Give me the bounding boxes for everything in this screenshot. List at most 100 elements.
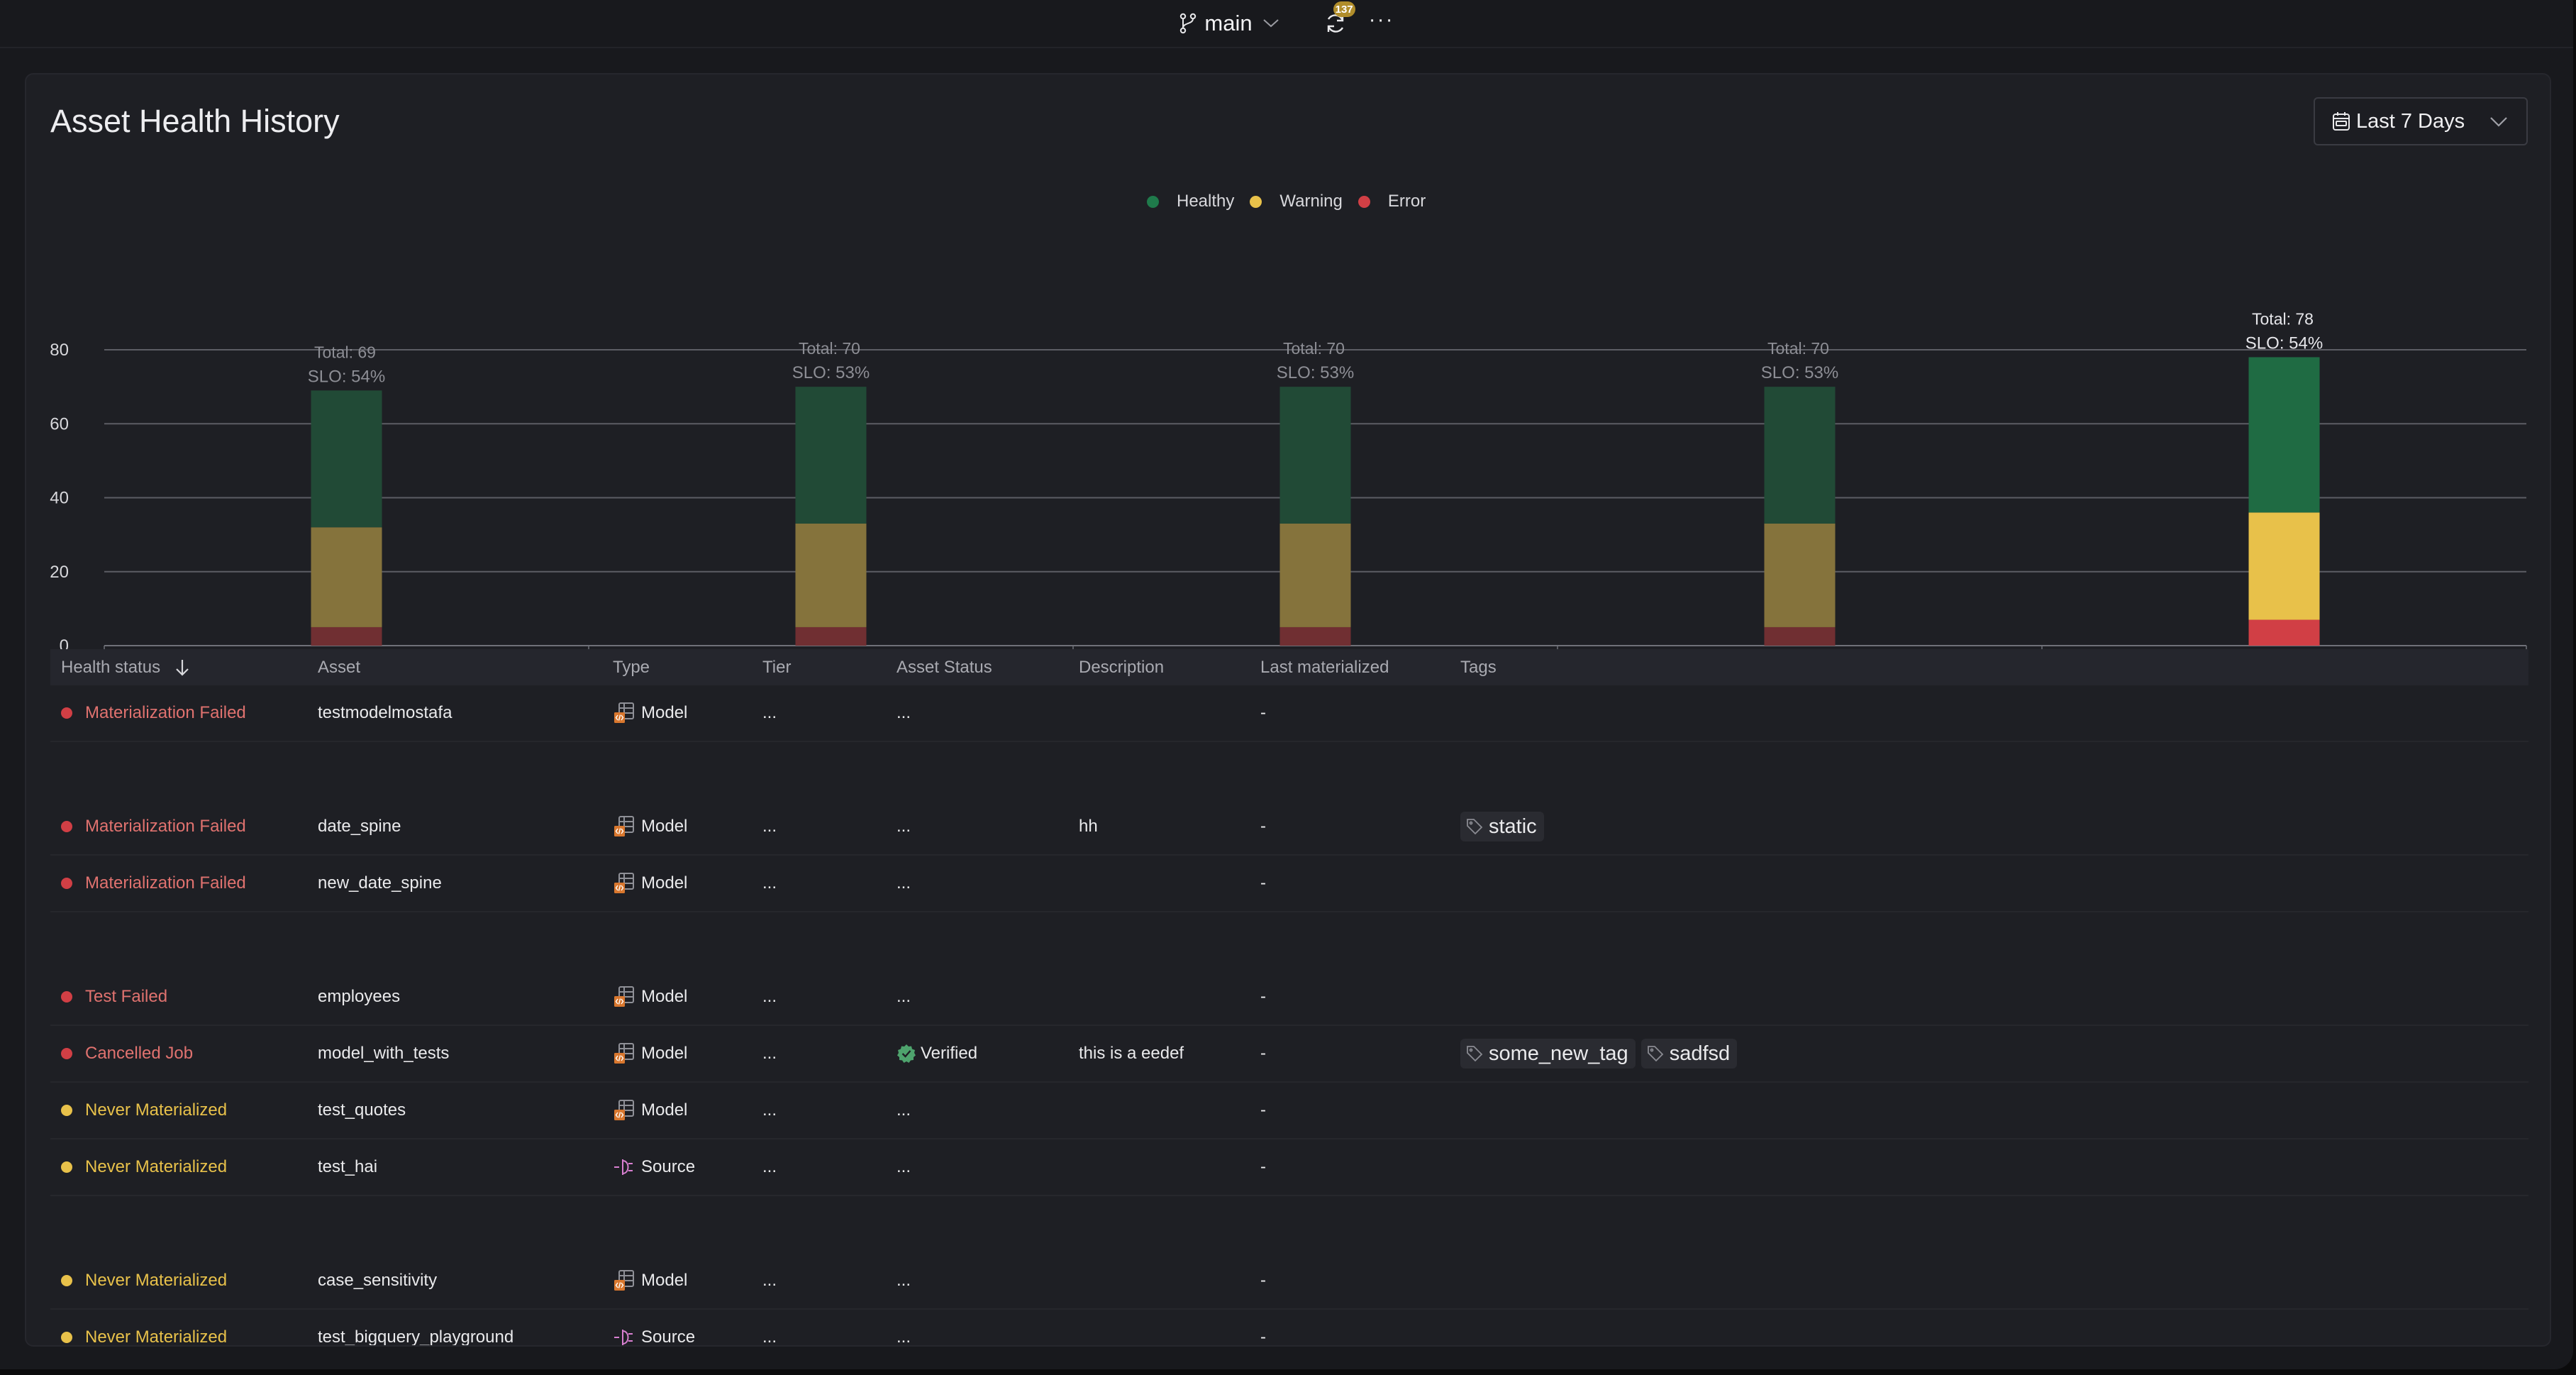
- bar-segment-warning[interactable]: [795, 523, 867, 627]
- bar-segment-healthy[interactable]: [1279, 387, 1351, 524]
- column-header-asset[interactable]: Asset: [318, 649, 360, 685]
- tag-label: static: [1489, 814, 1537, 838]
- asset-name[interactable]: employees: [318, 987, 400, 1007]
- asset-name-cell[interactable]: test_hai: [318, 1139, 377, 1195]
- tag-chip[interactable]: some_new_tag: [1460, 1039, 1636, 1068]
- asset-name-cell[interactable]: employees: [318, 969, 400, 1025]
- column-header-health-status[interactable]: Health status: [61, 649, 190, 685]
- column-header-tier[interactable]: Tier: [762, 649, 791, 685]
- date-range-dropdown[interactable]: Last 7 Days: [2314, 97, 2528, 145]
- health-status-label: Never Materialized: [85, 1100, 228, 1120]
- asset-status-value: ...: [896, 817, 911, 836]
- health-status-cell: Never Materialized: [61, 1083, 227, 1138]
- asset-status-value: Verified: [921, 1044, 978, 1063]
- asset-name[interactable]: test_bigquery_playground: [318, 1327, 513, 1345]
- bar-slo-label: SLO: 53%: [792, 363, 870, 382]
- sort-descending-icon[interactable]: [174, 658, 190, 677]
- type-cell: Model: [613, 969, 687, 1025]
- table-row[interactable]: Never Materialized test_quotes Model......…: [50, 1083, 2528, 1139]
- bar-segment-warning[interactable]: [1764, 523, 1836, 627]
- health-status-cell: Never Materialized: [61, 1139, 227, 1195]
- tier-cell: ...: [762, 1083, 777, 1138]
- asset-name-cell[interactable]: date_spine: [318, 799, 401, 854]
- tag-chip[interactable]: sadfsd: [1640, 1039, 1738, 1068]
- last-materialized-value: -: [1260, 1327, 1266, 1347]
- bar-segment-healthy[interactable]: [2248, 357, 2320, 513]
- column-header-label: Asset: [318, 657, 361, 677]
- bar-segment-error[interactable]: [795, 626, 867, 646]
- asset-status-cell: Verified: [896, 1026, 977, 1081]
- table-row[interactable]: Test Failed employees Model...... -: [50, 969, 2528, 1026]
- asset-status-value: ...: [896, 1157, 911, 1176]
- asset-name[interactable]: testmodelmostafa: [318, 703, 452, 723]
- tier-cell: ...: [762, 799, 777, 854]
- table-row[interactable]: Never Materialized case_sensitivity Model.…: [50, 1253, 2528, 1310]
- type-cell: Source: [613, 1310, 695, 1345]
- asset-name[interactable]: model_with_tests: [318, 1044, 449, 1064]
- last-materialized-value: -: [1260, 1100, 1266, 1120]
- column-header-type[interactable]: Type: [613, 649, 650, 685]
- y-tick-label: 80: [50, 341, 69, 360]
- legend-dot-warning: [1250, 195, 1262, 208]
- asset-name[interactable]: date_spine: [318, 817, 401, 836]
- bar-total-label: Total: 70: [799, 339, 860, 358]
- bar-segment-healthy[interactable]: [1764, 387, 1836, 524]
- table-row[interactable]: Never Materialized test_bigquery_playgrou…: [50, 1310, 2528, 1347]
- tier-value: ...: [762, 1100, 777, 1120]
- bar-segment-healthy[interactable]: [795, 387, 867, 524]
- more-options-button[interactable]: ···: [1369, 9, 1394, 38]
- legend-label: Warning: [1279, 192, 1343, 211]
- asset-name[interactable]: test_hai: [318, 1157, 377, 1177]
- tags-cell: some_new_tag sadfsd: [1460, 1026, 1743, 1081]
- chevron-down-icon: [2490, 117, 2507, 127]
- sync-button[interactable]: 137: [1323, 1, 1355, 35]
- asset-status-value: ...: [896, 873, 911, 893]
- bar-segment-error[interactable]: [2248, 619, 2320, 646]
- status-dot: [61, 707, 72, 719]
- tier-value: ...: [762, 1044, 777, 1063]
- top-bar: main 137 ···: [0, 0, 2573, 48]
- asset-name-cell[interactable]: model_with_tests: [318, 1026, 449, 1081]
- type-cell: Model: [613, 685, 687, 741]
- asset-name-cell[interactable]: case_sensitivity: [318, 1253, 437, 1308]
- type-cell: Model: [613, 1026, 687, 1081]
- asset-type-label: Source: [641, 1157, 696, 1176]
- table-row[interactable]: Never Materialized test_hai Source...... -: [50, 1139, 2528, 1196]
- branch-selector[interactable]: main: [1179, 11, 1279, 36]
- column-header-tags[interactable]: Tags: [1460, 649, 1497, 685]
- table-row[interactable]: Materialization Failed testmodelmostafa Mo…: [50, 685, 2528, 742]
- last-materialized-cell: -: [1260, 1026, 1266, 1081]
- table-row[interactable]: Materialization Failed date_spine Model...…: [50, 799, 2528, 856]
- column-header-last-materialized[interactable]: Last materialized: [1260, 649, 1389, 685]
- asset-status-cell: ...: [896, 1083, 911, 1138]
- last-materialized-cell: -: [1260, 799, 1266, 854]
- asset-name[interactable]: case_sensitivity: [318, 1271, 437, 1291]
- table-row[interactable]: Materialization Failed new_date_spine Mode…: [50, 856, 2528, 912]
- asset-name-cell[interactable]: new_date_spine: [318, 856, 442, 911]
- column-header-label: Last materialized: [1260, 657, 1389, 677]
- asset-name[interactable]: test_quotes: [318, 1100, 406, 1120]
- bar-segment-healthy[interactable]: [311, 390, 382, 528]
- bar-segment-error[interactable]: [1764, 626, 1836, 646]
- asset-name-cell[interactable]: testmodelmostafa: [318, 685, 452, 741]
- legend-item-warning[interactable]: Warning: [1250, 192, 1343, 211]
- bar-segment-error[interactable]: [1279, 626, 1351, 646]
- legend-item-error[interactable]: Error: [1358, 192, 1426, 211]
- table-row[interactable]: Cancelled Job model_with_tests Model... Ver…: [50, 1026, 2528, 1083]
- asset-type-label: Model: [641, 703, 688, 722]
- date-range-label: Last 7 Days: [2356, 109, 2465, 133]
- tag-chip[interactable]: static: [1460, 812, 1544, 841]
- bar-segment-warning[interactable]: [2248, 512, 2320, 620]
- legend-item-healthy[interactable]: Healthy: [1147, 192, 1234, 211]
- tier-cell: ...: [762, 1253, 777, 1308]
- tier-value: ...: [762, 987, 777, 1006]
- asset-name-cell[interactable]: test_quotes: [318, 1083, 406, 1138]
- bar-segment-warning[interactable]: [311, 527, 382, 627]
- column-header-asset-status[interactable]: Asset Status: [896, 649, 992, 685]
- asset-name-cell[interactable]: test_bigquery_playground: [318, 1310, 513, 1345]
- column-header-description[interactable]: Description: [1079, 649, 1164, 685]
- asset-name[interactable]: new_date_spine: [318, 873, 442, 893]
- tier-value: ...: [762, 873, 777, 893]
- bar-segment-error[interactable]: [311, 626, 382, 646]
- bar-segment-warning[interactable]: [1279, 523, 1351, 627]
